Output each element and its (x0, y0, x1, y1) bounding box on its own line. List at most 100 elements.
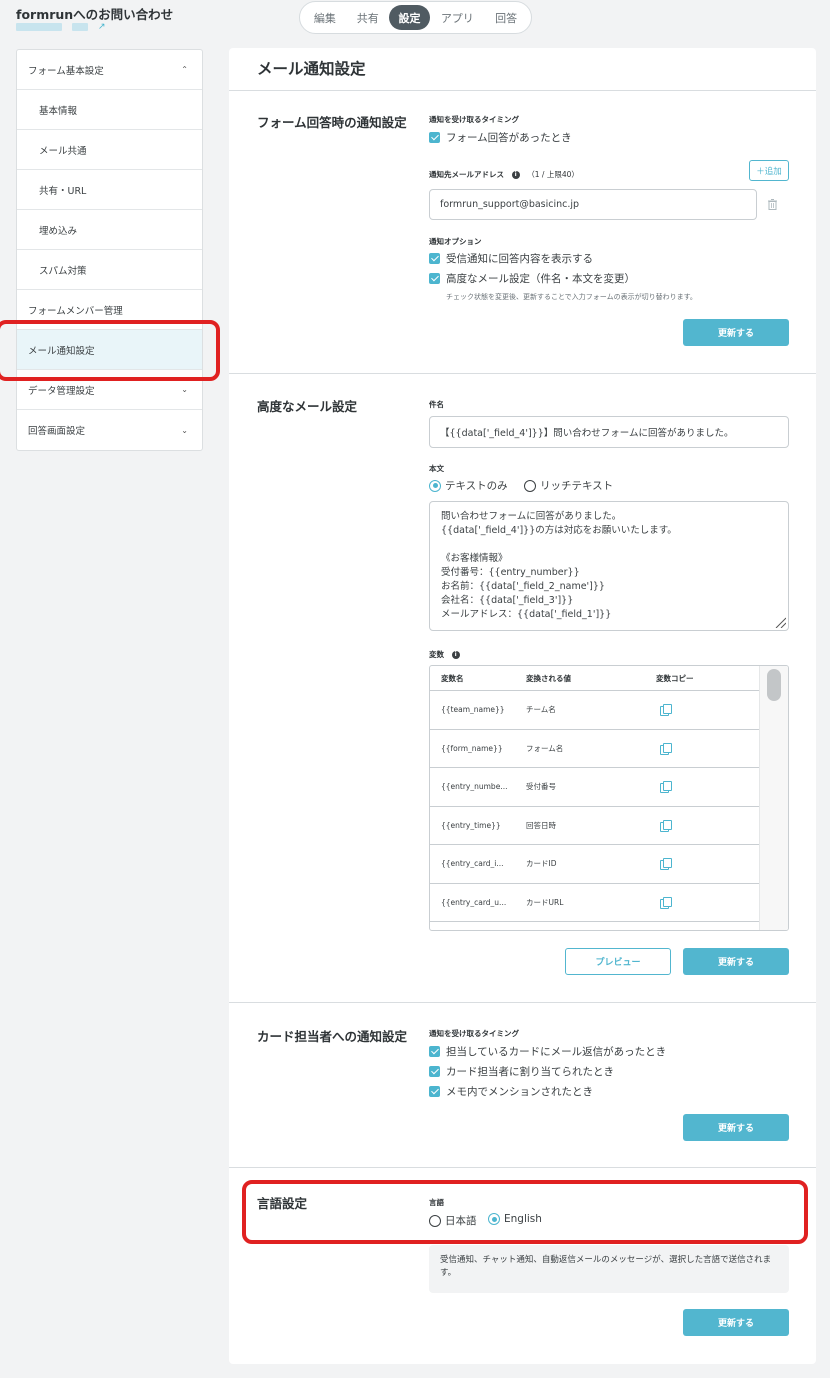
settings-sidebar: フォーム基本設定 ⌃ 基本情報 メール共通 共有・URL 埋め込み スパム対策 … (16, 49, 203, 451)
copy-cell (645, 781, 745, 794)
update-button[interactable]: 更新する (683, 319, 789, 346)
checkbox-label: 受信通知に回答内容を表示する (446, 253, 593, 265)
redacted-text (72, 23, 88, 31)
vars-label: 変数 i (429, 649, 460, 660)
sidebar-item-form-basic[interactable]: フォーム基本設定 ⌃ (17, 50, 202, 90)
sidebar-item-data-management[interactable]: データ管理設定 ⌄ (17, 370, 202, 410)
chevron-down-icon: ⌄ (181, 425, 188, 435)
radio-label: English (504, 1213, 542, 1225)
page-title: メール通知設定 (257, 60, 366, 78)
radio-japanese[interactable]: 日本語 (429, 1213, 477, 1228)
radio-text-only[interactable]: テキストのみ (429, 478, 508, 493)
checkbox-label: 高度なメール設定（件名・本文を変更） (446, 273, 635, 285)
radio-english[interactable]: English (488, 1213, 542, 1225)
radio-unselected-icon[interactable] (429, 1214, 441, 1227)
sidebar-item-response-screen[interactable]: 回答画面設定 ⌄ (17, 410, 202, 450)
tab-share[interactable]: 共有 (347, 5, 389, 30)
external-link-icon[interactable]: ↗ (98, 22, 108, 32)
chevron-up-icon: ⌃ (181, 65, 188, 74)
update-button[interactable]: 更新する (683, 1114, 789, 1141)
copy-cell (645, 819, 745, 832)
copy-icon[interactable] (660, 896, 672, 909)
copy-cell (645, 896, 745, 909)
copy-cell (645, 858, 745, 871)
checkbox-label: 担当しているカードにメール返信があったとき (446, 1046, 667, 1058)
preview-button[interactable]: プレビュー (565, 948, 671, 975)
radio-unselected-icon[interactable] (524, 479, 536, 492)
sidebar-item-mail-common[interactable]: メール共通 (17, 130, 202, 170)
update-button[interactable]: 更新する (683, 1309, 789, 1336)
info-icon[interactable]: i (451, 651, 460, 659)
radio-selected-icon[interactable] (488, 1213, 500, 1225)
radio-selected-icon[interactable] (429, 479, 441, 492)
sidebar-item-embed[interactable]: 埋め込み (17, 210, 202, 250)
options-label: 通知オプション (429, 237, 482, 246)
copy-icon[interactable] (660, 704, 672, 717)
subject-label: 件名 (429, 400, 444, 409)
language-label: 言語 (429, 1198, 444, 1207)
sidebar-item-form-members[interactable]: フォームメンバー管理 (17, 290, 202, 330)
info-icon[interactable]: i (511, 171, 520, 179)
copy-icon[interactable] (660, 819, 672, 832)
checkbox-card-reply[interactable]: 担当しているカードにメール返信があったとき (429, 1044, 666, 1059)
checkbox-advanced-mail[interactable]: 高度なメール設定（件名・本文を変更） (429, 271, 635, 286)
tab-settings[interactable]: 設定 (388, 5, 431, 30)
var-name: {{entry_card_u... (441, 897, 507, 907)
sidebar-item-label: スパム対策 (39, 265, 87, 277)
sidebar-item-spam[interactable]: スパム対策 (17, 250, 202, 290)
table-row: {{entry_time}} 回答日時 (430, 807, 788, 845)
radio-label: 日本語 (445, 1215, 477, 1227)
sidebar-item-mail-notification[interactable]: メール通知設定 (17, 330, 202, 370)
checkbox-checked-icon[interactable] (429, 1066, 440, 1077)
tab-responses[interactable]: 回答 (484, 5, 528, 30)
checkbox-card-assigned[interactable]: カード担当者に割り当てられたとき (429, 1064, 614, 1079)
checkbox-label: メモ内でメンションされたとき (446, 1086, 593, 1098)
body-textarea[interactable]: 問い合わせフォームに回答がありました。 {{data['_field_4']}}… (429, 501, 789, 631)
update-button[interactable]: 更新する (683, 948, 789, 975)
radio-rich-text[interactable]: リッチテキスト (524, 478, 613, 493)
checkbox-checked-icon[interactable] (429, 1086, 440, 1097)
add-address-button[interactable]: ＋追加 (749, 160, 789, 181)
copy-cell (645, 704, 745, 717)
resize-handle-icon[interactable] (774, 616, 786, 628)
email-field[interactable]: formrun_support@basicinc.jp (429, 189, 757, 220)
address-limit: （1 / 上限40） (527, 170, 579, 179)
body-line: 受付番号：{{entry_number}} (441, 567, 580, 578)
copy-icon[interactable] (660, 858, 672, 871)
sidebar-item-label: 基本情報 (39, 105, 78, 117)
sidebar-item-label: メール通知設定 (28, 345, 95, 357)
sidebar-item-share-url[interactable]: 共有・URL (17, 170, 202, 210)
checkbox-checked-icon[interactable] (429, 273, 440, 284)
table-row: {{entry_numbe... 受付番号 (430, 768, 788, 807)
copy-icon[interactable] (660, 781, 672, 794)
var-name: {{entry_time}} (441, 820, 501, 830)
copy-icon[interactable] (660, 742, 672, 755)
var-value: 回答日時 (526, 820, 556, 830)
checkbox-show-content[interactable]: 受信通知に回答内容を表示する (429, 251, 593, 266)
body-line: 問い合わせフォームに回答がありました。 (441, 511, 622, 522)
tab-apps[interactable]: アプリ (430, 5, 484, 30)
checkbox-label: カード担当者に割り当てられたとき (446, 1066, 614, 1078)
body-line: {{data['_field_4']}}の方は対応をお願いいたします。 (441, 525, 677, 536)
timing-label: 通知を受け取るタイミング (429, 115, 519, 124)
hint-text: チェック状態を変更後、更新することで入力フォームの表示が切り替わります。 (446, 293, 697, 301)
checkbox-memo-mention[interactable]: メモ内でメンションされたとき (429, 1084, 593, 1099)
redacted-text (16, 23, 62, 31)
trash-icon[interactable] (768, 199, 777, 210)
vars-label-text: 変数 (429, 650, 444, 659)
column-header: 変数名 (441, 673, 464, 683)
scrollbar-thumb[interactable] (767, 669, 781, 701)
checkbox-checked-icon[interactable] (429, 253, 440, 264)
sidebar-item-basic-info[interactable]: 基本情報 (17, 90, 202, 130)
form-title: formrunへのお問い合わせ (16, 7, 174, 22)
sidebar-item-label: メール共通 (39, 145, 87, 157)
form-subtitle: ↗ (16, 22, 108, 32)
checkbox-checked-icon[interactable] (429, 1046, 440, 1057)
table-scrollbar[interactable] (759, 666, 788, 930)
checkbox-form-response[interactable]: フォーム回答があったとき (429, 130, 572, 145)
body-line: 《お客様情報》 (441, 553, 508, 564)
subject-field[interactable]: 【{{data['_field_4']}}】問い合わせフォームに回答がありました… (429, 416, 789, 448)
divider (229, 1167, 816, 1168)
checkbox-checked-icon[interactable] (429, 132, 440, 143)
tab-edit[interactable]: 編集 (303, 5, 347, 30)
